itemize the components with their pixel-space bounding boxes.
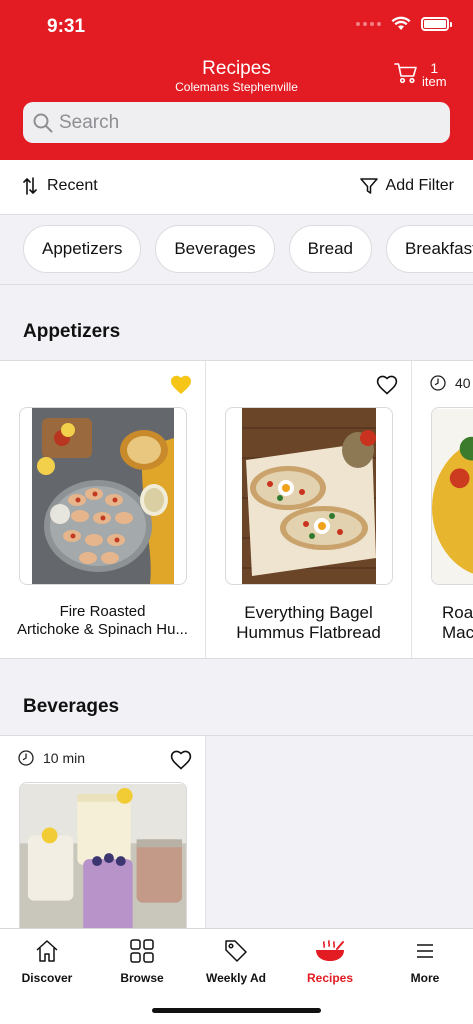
search-input[interactable] [59, 111, 419, 134]
filter-icon [359, 178, 378, 194]
sort-icon [23, 177, 37, 195]
search-icon [33, 113, 53, 132]
signal-icon [356, 21, 381, 26]
recipe-photo-flatbread [242, 408, 376, 584]
tag-icon [225, 940, 247, 962]
cook-time: 10 min [18, 750, 85, 766]
recipe-row-appetizers: Fire Roasted Artichoke & Spinach Hu... E… [0, 360, 473, 659]
recipe-name-line-2: Mac [442, 623, 473, 642]
sort-label: Recent [47, 177, 98, 194]
bowl-icon [316, 940, 344, 961]
recipe-photo-smoothies [20, 784, 186, 935]
status-icons [356, 16, 452, 31]
recipe-name-line-2: Artichoke & Spinach Hu... [17, 621, 188, 638]
chip-bread[interactable]: Bread [288, 225, 372, 273]
chip-breakfast[interactable]: Breakfast [385, 225, 473, 273]
cart-unit: item [422, 74, 447, 89]
tab-label: Browse [120, 971, 164, 985]
chip-beverages[interactable]: Beverages [155, 225, 275, 273]
chip-appetizers[interactable]: Appetizers [23, 225, 142, 273]
recipe-name: Roa Mac [442, 603, 473, 643]
tab-recipes[interactable]: Recipes [283, 937, 377, 985]
recipe-name: Everything Bagel Hummus Flatbread [214, 603, 403, 643]
cook-time: 40 [430, 375, 471, 391]
recipe-image [225, 407, 393, 585]
recipe-name-line-1: Everything Bagel [244, 603, 373, 622]
recipe-name-line-1: Fire Roasted [59, 603, 146, 620]
recipe-row-beverages: 10 min [0, 735, 473, 935]
recipe-image [19, 782, 187, 935]
section-title-appetizers[interactable]: Appetizers [23, 321, 120, 343]
tab-discover[interactable]: Discover [0, 937, 94, 985]
cook-time-value: 40 [455, 375, 471, 391]
tab-label: Discover [21, 971, 73, 985]
search-bar[interactable] [23, 102, 450, 143]
home-indicator[interactable] [152, 1008, 321, 1013]
recipe-name-line-1: Roa [442, 603, 473, 622]
recipe-photo-mac [432, 409, 473, 584]
recipe-card[interactable]: Everything Bagel Hummus Flatbread [206, 361, 412, 658]
cart-icon [394, 63, 417, 84]
heart-outline-icon[interactable] [169, 748, 193, 772]
category-chips: Appetizers Beverages Bread Breakfast [0, 215, 473, 285]
clock-icon [430, 375, 446, 391]
recipe-image [19, 407, 187, 585]
tab-label: Recipes [306, 971, 354, 985]
recipe-photo-appetizer [32, 408, 174, 584]
tab-browse[interactable]: Browse [95, 937, 189, 985]
heart-outline-icon[interactable] [375, 373, 399, 397]
add-filter-label: Add Filter [385, 177, 454, 194]
clock-icon [18, 750, 34, 766]
menu-icon [417, 944, 433, 958]
cook-time-value: 10 min [43, 750, 86, 766]
recipe-card[interactable]: 10 min [0, 736, 206, 935]
recipe-name-line-2: Hummus Flatbread [236, 623, 381, 642]
sort-button[interactable]: Recent [23, 177, 98, 195]
section-title-beverages[interactable]: Beverages [23, 696, 119, 718]
tab-more[interactable]: More [378, 937, 472, 985]
heart-filled-icon[interactable] [169, 373, 193, 397]
home-icon [36, 940, 58, 962]
battery-icon [421, 16, 452, 31]
cart-button[interactable]: 1 item [394, 61, 447, 89]
status-time: 9:31 [47, 16, 86, 37]
tab-label: More [410, 971, 440, 985]
app-header: 9:31 Recipes Colemans Stephenville 1 ite… [0, 0, 473, 160]
recipe-card[interactable]: Fire Roasted Artichoke & Spinach Hu... [0, 361, 206, 658]
sort-filter-bar: Recent Add Filter [0, 160, 473, 215]
tab-weekly-ad[interactable]: Weekly Ad [189, 937, 283, 985]
grid-icon [130, 939, 154, 963]
recipe-name: Fire Roasted Artichoke & Spinach Hu... [8, 603, 197, 639]
add-filter-button[interactable]: Add Filter [359, 177, 454, 195]
tab-label: Weekly Ad [205, 971, 267, 985]
recipe-card[interactable]: 40 Roa Mac [412, 361, 473, 658]
recipe-image [431, 407, 473, 585]
wifi-icon [391, 16, 411, 30]
